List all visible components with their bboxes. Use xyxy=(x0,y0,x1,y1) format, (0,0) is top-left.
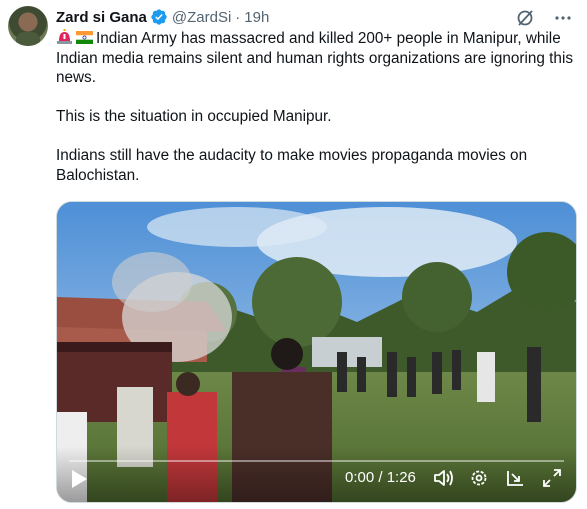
video-player[interactable]: 0:00 / 1:26 xyxy=(56,201,577,503)
tweet-time[interactable]: 19h xyxy=(244,9,269,26)
grok-icon[interactable] xyxy=(515,8,535,28)
author-name[interactable]: Zard si Gana xyxy=(56,9,147,26)
fullscreen-icon[interactable] xyxy=(542,468,562,488)
video-controls: 0:00 / 1:26 xyxy=(57,446,576,502)
video-timecode: 0:00 / 1:26 xyxy=(345,469,416,486)
settings-gear-icon[interactable] xyxy=(469,468,489,488)
author-handle[interactable]: @ZardSi xyxy=(172,9,231,26)
tweet-text-line-3: Indians still have the audacity to make … xyxy=(56,147,532,184)
verified-badge-icon xyxy=(150,8,168,26)
india-flag-icon xyxy=(76,30,93,44)
tweet-text-line-1: Indian Army has massacred and killed 200… xyxy=(56,30,578,86)
tweet-text: Indian Army has massacred and killed 200… xyxy=(56,29,581,185)
more-icon[interactable] xyxy=(553,8,573,28)
volume-icon[interactable] xyxy=(433,468,455,488)
tweet[interactable]: Zard si Gana @ZardSi · 19h Indian Army h… xyxy=(0,0,587,509)
dock-icon[interactable] xyxy=(506,468,526,488)
tweet-text-line-2: This is the situation in occupied Manipu… xyxy=(56,108,332,125)
avatar[interactable] xyxy=(8,6,48,46)
separator-dot: · xyxy=(235,8,241,26)
tweet-header: Zard si Gana @ZardSi · 19h xyxy=(56,6,579,28)
play-icon[interactable] xyxy=(69,468,89,490)
video-progress-bar[interactable] xyxy=(69,460,564,462)
siren-emoji-icon xyxy=(56,29,73,44)
